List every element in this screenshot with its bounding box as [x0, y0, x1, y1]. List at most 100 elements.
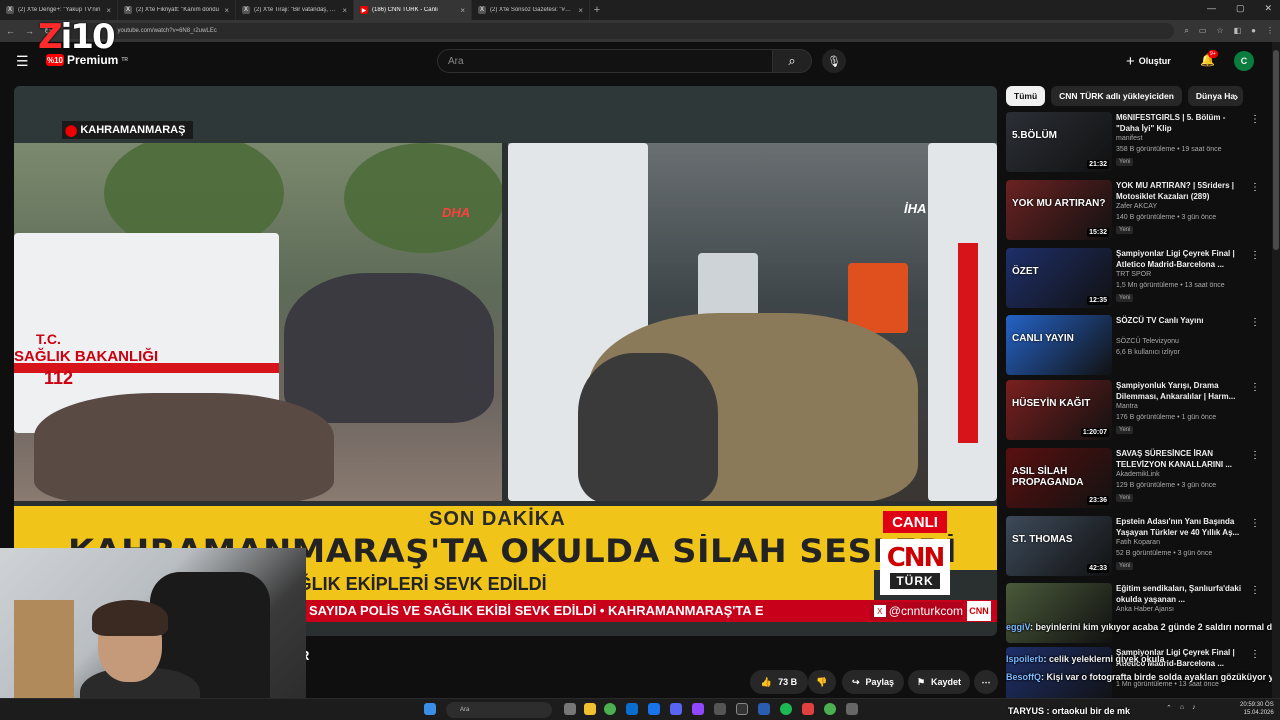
forward-icon[interactable]: →	[25, 26, 34, 36]
recommended-video[interactable]: CANLI YAYIN SÖZCÜ TV Canlı Yayını SÖZCÜ Te…	[1006, 315, 1268, 375]
network-icon[interactable]: ⌂	[1180, 704, 1184, 712]
channel-name[interactable]: manifest	[1116, 135, 1142, 142]
app-icon[interactable]	[648, 703, 660, 715]
more-options-icon[interactable]: ⋮	[1250, 518, 1260, 529]
edge-icon[interactable]	[626, 703, 638, 715]
task-view-icon[interactable]	[564, 703, 576, 715]
browser-tab[interactable]: X (2) X'te Sonsöz Gazetesi: "#SON ×	[472, 0, 590, 20]
voice-search-button[interactable]: 🎙	[822, 49, 846, 73]
recommended-video[interactable]: ÖZET 12:35 Şampiyonlar Ligi Çeyrek Final |…	[1006, 248, 1268, 308]
url-field[interactable]: youtube.com/watch?v=6N8_r2uwLEc	[61, 23, 1175, 39]
share-button[interactable]: ↪ Paylaş	[842, 670, 904, 694]
video-title[interactable]: Şampiyonluk Yarışı, Drama Dilemması, Ank…	[1116, 380, 1244, 402]
chip-uploader[interactable]: CNN TÜRK adlı yükleyiciden	[1051, 86, 1182, 106]
recommended-video[interactable]: 5.BÖLÜM 21:32 M6NIFESTGIRLS | 5. Bölüm - "…	[1006, 112, 1268, 172]
scrollbar-thumb[interactable]	[1273, 50, 1279, 250]
video-thumbnail[interactable]: CANLI YAYIN	[1006, 315, 1112, 375]
more-options-icon[interactable]: ⋮	[1250, 114, 1260, 125]
profile-icon[interactable]: ●	[1251, 26, 1256, 36]
twitch-icon[interactable]	[692, 703, 704, 715]
back-icon[interactable]: ←	[6, 26, 15, 36]
chevron-up-icon[interactable]: ⌃	[1166, 704, 1172, 712]
video-title[interactable]: SÖZCÜ TV Canlı Yayını	[1116, 315, 1244, 326]
notifications-button[interactable]: 🔔 9+	[1200, 50, 1218, 67]
bookmark-star-icon[interactable]: ☆	[1216, 26, 1223, 36]
chevron-right-icon[interactable]: ›	[1234, 89, 1238, 104]
page-scrollbar[interactable]	[1272, 42, 1280, 698]
channel-name[interactable]: SÖZCÜ Televizyonu	[1116, 338, 1179, 345]
more-actions-button[interactable]: ⋯	[974, 670, 998, 694]
new-tab-button[interactable]: +	[590, 4, 604, 16]
video-title[interactable]: Şampiyonlar Ligi Çeyrek Final | Atletico…	[1116, 248, 1244, 270]
volume-icon[interactable]: ♪	[1192, 704, 1196, 712]
extensions-icon[interactable]: ◧	[1234, 26, 1242, 36]
browser-tab[interactable]: X (2) X'te Tiraji: "Bir vatandaş, Hal ×	[236, 0, 354, 20]
channel-name[interactable]: TRT SPOR	[1116, 271, 1151, 278]
more-options-icon[interactable]: ⋮	[1250, 450, 1260, 461]
recommended-video[interactable]: ST. THOMAS 42:33 Epstein Adası'nın Yanı Ba…	[1006, 516, 1268, 576]
channel-name[interactable]: Anka Haber Ajansı	[1116, 606, 1174, 613]
account-avatar[interactable]: C	[1234, 51, 1254, 71]
obs-icon[interactable]	[736, 703, 748, 715]
app-icon[interactable]	[714, 703, 726, 715]
recommended-video[interactable]: HÜSEYİN KAĞIT 1:20:07 Şampiyonluk Yarışı, …	[1006, 380, 1268, 440]
maximize-icon[interactable]: ▢	[1236, 3, 1245, 14]
recommended-video[interactable]: ASIL SİLAH PROPAGANDA 23:36 SAVAŞ SÜRESİNC…	[1006, 448, 1268, 508]
discord-icon[interactable]	[670, 703, 682, 715]
more-options-icon[interactable]: ⋮	[1250, 382, 1260, 393]
like-button[interactable]: 👍 73 B	[750, 670, 808, 694]
channel-name[interactable]: AkademikLink	[1116, 471, 1160, 478]
browser-tab[interactable]: X (2) X'te Fikriyatt: "Kanım dondu ×	[118, 0, 236, 20]
chrome-icon[interactable]	[604, 703, 616, 715]
video-title[interactable]: Eğitim sendikaları, Şanlıurfa'daki okuld…	[1116, 583, 1244, 605]
browser-menu-icon[interactable]: ⋮	[1266, 26, 1274, 36]
more-options-icon[interactable]: ⋮	[1250, 250, 1260, 261]
taskbar-clock[interactable]: 20:59:30 ÖS 15.04.2026	[1240, 701, 1274, 717]
hamburger-menu-icon[interactable]: ☰	[16, 53, 29, 70]
spotify-icon[interactable]	[780, 703, 792, 715]
channel-name[interactable]: Zafer AKCAY	[1116, 203, 1157, 210]
video-thumbnail[interactable]: ST. THOMAS 42:33	[1006, 516, 1112, 576]
dislike-button[interactable]: 👎	[808, 670, 836, 694]
app-icon[interactable]	[802, 703, 814, 715]
taskbar-search[interactable]: Ara	[446, 702, 552, 718]
channel-name[interactable]: Fatih Koparan	[1116, 539, 1160, 546]
video-title[interactable]: Epstein Adası'nın Yanı Başında Yaşayan T…	[1116, 516, 1244, 538]
video-title[interactable]: YOK MU ARTIRAN? | 5Sriders | Motosiklet …	[1116, 180, 1244, 202]
zoom-icon[interactable]: ⌕	[1184, 26, 1188, 36]
video-title[interactable]: SAVAŞ SÜRESİNCE İRAN TELEVİZYON KANALLAR…	[1116, 448, 1244, 470]
video-thumbnail[interactable]: HÜSEYİN KAĞIT 1:20:07	[1006, 380, 1112, 440]
minimize-icon[interactable]: —	[1207, 3, 1216, 14]
video-title[interactable]: M6NIFESTGIRLS | 5. Bölüm - "Daha İyi" Kl…	[1116, 112, 1244, 134]
close-tab-icon[interactable]: ×	[224, 6, 229, 15]
video-thumbnail[interactable]: ASIL SİLAH PROPAGANDA 23:36	[1006, 448, 1112, 508]
app-icon[interactable]	[846, 703, 858, 715]
search-input[interactable]: Ara	[437, 49, 773, 73]
browser-tab-active[interactable]: ▶ (186) CNN TÜRK - Canlı ×	[354, 0, 472, 20]
video-thumbnail[interactable]: YOK MU ARTIRAN? 15:32	[1006, 180, 1112, 240]
close-tab-icon[interactable]: ×	[578, 6, 583, 15]
video-thumbnail[interactable]: ÖZET 12:35	[1006, 248, 1112, 308]
video-thumbnail[interactable]: 5.BÖLÜM 21:32	[1006, 112, 1112, 172]
close-tab-icon[interactable]: ×	[106, 6, 111, 15]
youtube-premium-logo[interactable]: %10 Premium TR	[46, 53, 128, 67]
more-options-icon[interactable]: ⋮	[1250, 182, 1260, 193]
close-window-icon[interactable]: ✕	[1264, 3, 1272, 14]
more-options-icon[interactable]: ⋮	[1250, 317, 1260, 328]
chrome-icon[interactable]	[824, 703, 836, 715]
file-explorer-icon[interactable]	[584, 703, 596, 715]
recommended-video[interactable]: YOK MU ARTIRAN? 15:32 YOK MU ARTIRAN? | 5S…	[1006, 180, 1268, 240]
chip-all[interactable]: Tümü	[1006, 86, 1046, 106]
dha-watermark: DHA	[442, 205, 471, 220]
windows-start-icon[interactable]	[424, 703, 436, 715]
close-tab-icon[interactable]: ×	[342, 6, 347, 15]
search-button[interactable]: ⌕	[772, 49, 812, 73]
channel-name[interactable]: Mantra	[1116, 403, 1138, 410]
app-icon[interactable]	[758, 703, 770, 715]
cast-icon[interactable]: ▭	[1199, 26, 1207, 36]
ambulance-text: 112	[44, 368, 74, 388]
save-button[interactable]: ⚑ Kaydet	[908, 670, 970, 694]
more-options-icon[interactable]: ⋮	[1250, 585, 1260, 596]
close-tab-icon[interactable]: ×	[460, 6, 465, 15]
create-button[interactable]: + Oluştur	[1126, 52, 1171, 70]
